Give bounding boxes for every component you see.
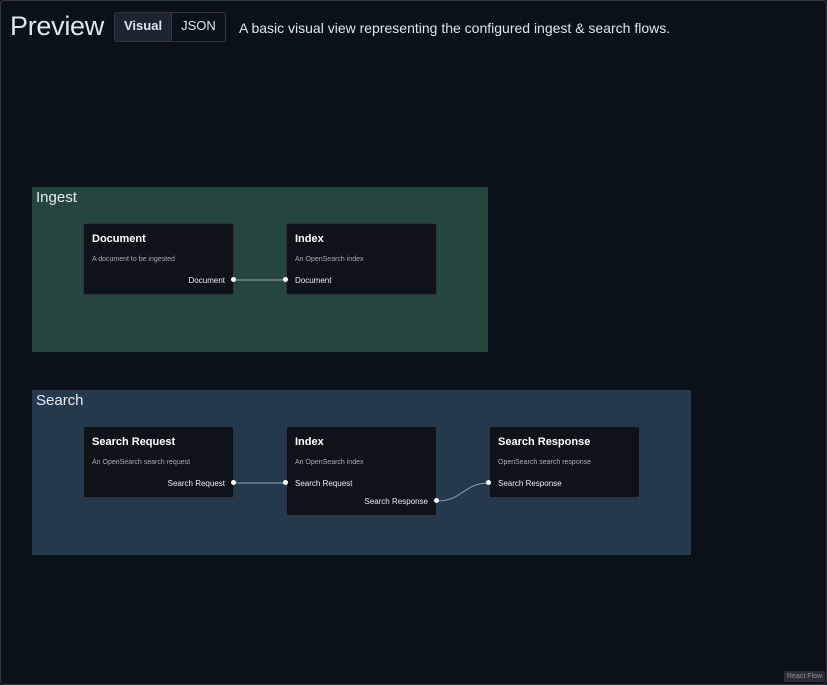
ingest-document-node[interactable]: Document A document to be ingested Docum… <box>83 223 234 295</box>
node-description: An OpenSearch search request <box>92 459 191 466</box>
tab-visual[interactable]: Visual <box>115 13 172 41</box>
tab-json[interactable]: JSON <box>171 13 225 41</box>
output-port-label: Search Response <box>364 497 428 506</box>
input-port-label: Document <box>295 276 332 285</box>
node-description: An OpenSearch index <box>295 256 364 263</box>
node-title: Index <box>295 233 324 245</box>
ingest-index-node[interactable]: Index An OpenSearch index Document <box>286 223 437 295</box>
source-handle[interactable] <box>231 277 236 282</box>
node-description: OpenSearch search response <box>498 459 591 466</box>
search-request-node[interactable]: Search Request An OpenSearch search requ… <box>83 426 234 498</box>
search-group-label: Search <box>36 392 84 409</box>
preview-description: A basic visual view representing the con… <box>239 20 671 36</box>
target-handle[interactable] <box>283 277 288 282</box>
view-toggle: Visual JSON <box>114 12 226 42</box>
node-title: Index <box>295 436 324 448</box>
page-title: Preview <box>10 11 104 41</box>
source-handle[interactable] <box>434 498 439 503</box>
output-port-label: Search Request <box>167 479 225 488</box>
input-port-label: Search Response <box>498 479 562 488</box>
node-description: A document to be ingested <box>92 256 175 263</box>
react-flow-attribution[interactable]: React Flow <box>783 671 825 682</box>
target-handle[interactable] <box>486 480 491 485</box>
search-response-node[interactable]: Search Response OpenSearch search respon… <box>489 426 640 498</box>
input-port-label: Search Request <box>295 479 353 488</box>
node-description: An OpenSearch index <box>295 459 364 466</box>
search-index-node[interactable]: Index An OpenSearch index Search Request… <box>286 426 437 516</box>
node-title: Search Request <box>92 436 176 448</box>
source-handle[interactable] <box>231 480 236 485</box>
node-title: Document <box>92 233 146 245</box>
node-title: Search Response <box>498 436 591 448</box>
output-port-label: Document <box>188 276 225 285</box>
ingest-group-label: Ingest <box>36 189 77 206</box>
target-handle[interactable] <box>283 480 288 485</box>
